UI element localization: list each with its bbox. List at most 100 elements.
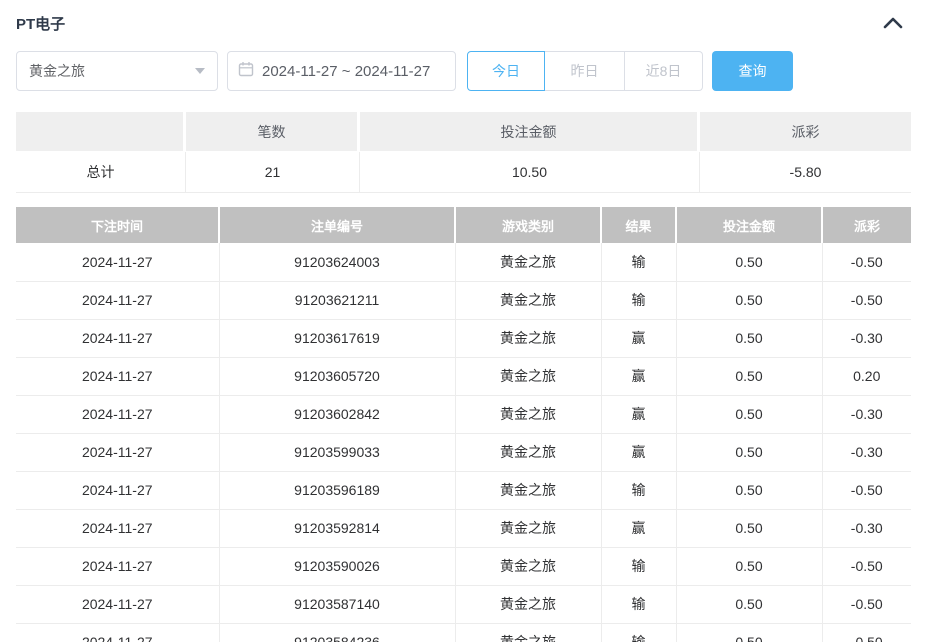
filter-bar: 黄金之旅 2024-11-27 ~ 2024-11-27 今日 昨日 近8日 查… xyxy=(16,51,938,91)
col-bet-amount: 投注金额 xyxy=(676,207,823,243)
game-name: 黄金之旅 xyxy=(455,433,602,472)
bet-payout: -0.50 xyxy=(822,471,911,510)
game-select[interactable]: 黄金之旅 xyxy=(16,51,218,91)
collapse-panel-button[interactable] xyxy=(881,15,905,31)
bet-amount: 0.50 xyxy=(676,281,823,320)
bet-date: 2024-11-27 xyxy=(16,357,220,396)
bet-result: 输 xyxy=(601,547,677,586)
bet-id: 91203584236 xyxy=(219,623,456,642)
game-name: 黄金之旅 xyxy=(455,623,602,642)
bet-result: 输 xyxy=(601,623,677,642)
table-row: 2024-11-27 91203624003 黄金之旅 输 0.50 -0.50 xyxy=(16,243,911,282)
col-result: 结果 xyxy=(601,207,677,243)
bets-table-header: 下注时间 注单编号 游戏类别 结果 投注金额 派彩 xyxy=(16,207,911,243)
bet-payout: 0.20 xyxy=(822,357,911,396)
bet-payout: -0.30 xyxy=(822,395,911,434)
bet-payout: -0.50 xyxy=(822,585,911,624)
bet-date: 2024-11-27 xyxy=(16,471,220,510)
pt-games-panel: PT电子 黄金之旅 2024-11-27 ~ 2024-11-27 今日 昨日 … xyxy=(0,0,938,642)
summary-header-count: 笔数 xyxy=(186,112,360,151)
quick-date-button-group: 今日 昨日 近8日 xyxy=(467,51,703,91)
table-row: 2024-11-27 91203596189 黄金之旅 输 0.50 -0.50 xyxy=(16,471,911,510)
bet-amount: 0.50 xyxy=(676,433,823,472)
bet-amount: 0.50 xyxy=(676,509,823,548)
panel-header: PT电子 xyxy=(16,12,938,34)
bet-result: 输 xyxy=(601,243,677,282)
table-row: 2024-11-27 91203587140 黄金之旅 输 0.50 -0.50 xyxy=(16,585,911,624)
last-8-days-button[interactable]: 近8日 xyxy=(625,51,703,91)
bet-result: 输 xyxy=(601,281,677,320)
yesterday-button[interactable]: 昨日 xyxy=(545,51,625,91)
game-name: 黄金之旅 xyxy=(455,319,602,358)
bet-amount: 0.50 xyxy=(676,319,823,358)
bet-amount: 0.50 xyxy=(676,395,823,434)
game-name: 黄金之旅 xyxy=(455,281,602,320)
summary-total-count: 21 xyxy=(186,152,360,192)
game-name: 黄金之旅 xyxy=(455,471,602,510)
bet-id: 91203621211 xyxy=(219,281,456,320)
chevron-up-icon xyxy=(883,17,903,32)
table-row: 2024-11-27 91203584236 黄金之旅 输 0.50 -0.50 xyxy=(16,623,911,642)
bet-payout: -0.50 xyxy=(822,243,911,282)
game-name: 黄金之旅 xyxy=(455,395,602,434)
bet-result: 赢 xyxy=(601,395,677,434)
bet-payout: -0.30 xyxy=(822,433,911,472)
summary-header-empty xyxy=(16,112,186,151)
bet-date: 2024-11-27 xyxy=(16,433,220,472)
table-row: 2024-11-27 91203602842 黄金之旅 赢 0.50 -0.30 xyxy=(16,395,911,434)
bet-amount: 0.50 xyxy=(676,471,823,510)
bet-id: 91203587140 xyxy=(219,585,456,624)
summary-total-payout: -5.80 xyxy=(700,152,911,192)
bet-amount: 0.50 xyxy=(676,547,823,586)
bet-id: 91203596189 xyxy=(219,471,456,510)
game-name: 黄金之旅 xyxy=(455,509,602,548)
table-row: 2024-11-27 91203605720 黄金之旅 赢 0.50 0.20 xyxy=(16,357,911,396)
summary-header-payout: 派彩 xyxy=(700,112,911,151)
bet-payout: -0.50 xyxy=(822,623,911,642)
bet-date: 2024-11-27 xyxy=(16,585,220,624)
col-payout: 派彩 xyxy=(822,207,911,243)
today-button[interactable]: 今日 xyxy=(467,51,545,91)
game-name: 黄金之旅 xyxy=(455,243,602,282)
bet-payout: -0.50 xyxy=(822,547,911,586)
game-select-value: 黄金之旅 xyxy=(29,63,85,79)
bet-date: 2024-11-27 xyxy=(16,509,220,548)
bet-payout: -0.30 xyxy=(822,319,911,358)
summary-total-row: 总计 21 10.50 -5.80 xyxy=(16,152,911,193)
search-button[interactable]: 查询 xyxy=(712,51,793,91)
bet-date: 2024-11-27 xyxy=(16,547,220,586)
game-name: 黄金之旅 xyxy=(455,585,602,624)
bet-amount: 0.50 xyxy=(676,243,823,282)
date-range-value: 2024-11-27 ~ 2024-11-27 xyxy=(262,62,431,80)
summary-total-bet-amount: 10.50 xyxy=(360,152,700,192)
bet-result: 输 xyxy=(601,585,677,624)
summary-table: 笔数 投注金额 派彩 总计 21 10.50 -5.80 xyxy=(16,112,911,193)
game-name: 黄金之旅 xyxy=(455,547,602,586)
bets-table-body: 2024-11-27 91203624003 黄金之旅 输 0.50 -0.50… xyxy=(16,243,911,642)
bet-date: 2024-11-27 xyxy=(16,395,220,434)
bet-payout: -0.50 xyxy=(822,281,911,320)
bet-result: 输 xyxy=(601,471,677,510)
bet-amount: 0.50 xyxy=(676,623,823,642)
col-game-type: 游戏类别 xyxy=(455,207,602,243)
table-row: 2024-11-27 91203590026 黄金之旅 输 0.50 -0.50 xyxy=(16,547,911,586)
bet-result: 赢 xyxy=(601,509,677,548)
bet-date: 2024-11-27 xyxy=(16,243,220,282)
col-bet-time: 下注时间 xyxy=(16,207,220,243)
bet-amount: 0.50 xyxy=(676,585,823,624)
summary-total-label: 总计 xyxy=(16,152,186,192)
page-title: PT电子 xyxy=(16,15,66,33)
bet-id: 91203617619 xyxy=(219,319,456,358)
bet-result: 赢 xyxy=(601,319,677,358)
date-range-input[interactable]: 2024-11-27 ~ 2024-11-27 xyxy=(227,51,456,91)
bet-id: 91203624003 xyxy=(219,243,456,282)
bet-payout: -0.30 xyxy=(822,509,911,548)
bet-id: 91203605720 xyxy=(219,357,456,396)
table-row: 2024-11-27 91203617619 黄金之旅 赢 0.50 -0.30 xyxy=(16,319,911,358)
bet-id: 91203590026 xyxy=(219,547,456,586)
bet-id: 91203599033 xyxy=(219,433,456,472)
bet-result: 赢 xyxy=(601,357,677,396)
calendar-icon xyxy=(238,61,254,82)
bet-amount: 0.50 xyxy=(676,357,823,396)
summary-header-row: 笔数 投注金额 派彩 xyxy=(16,112,911,151)
